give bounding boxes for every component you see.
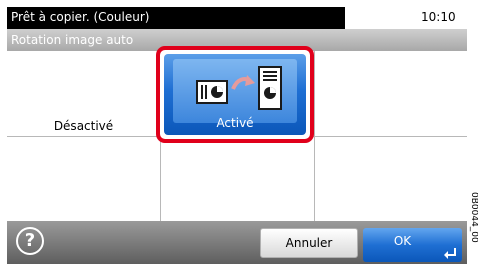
grid-divider xyxy=(160,136,161,221)
document-code: 0B0044_00 xyxy=(467,190,478,264)
copier-panel: Prêt à copier. (Couleur) 10:10 Rotation … xyxy=(0,0,467,264)
ok-label: OK xyxy=(393,234,412,248)
status-message: Prêt à copier. (Couleur) xyxy=(11,10,150,24)
bottom-bar: ? Annuler OK xyxy=(7,221,467,264)
document-code-text: 0B0044_00 xyxy=(469,192,478,243)
enter-icon xyxy=(444,248,456,259)
option-desactive-button[interactable]: Désactivé xyxy=(7,119,160,133)
grid-divider xyxy=(314,51,315,221)
options-grid: Désactivé Activé xyxy=(7,46,467,221)
help-icon: ? xyxy=(24,230,36,251)
option-label: Activé xyxy=(216,116,254,130)
cancel-button[interactable]: Annuler xyxy=(260,228,358,258)
clock-area: 10:10 xyxy=(345,7,467,29)
status-bar: Prêt à copier. (Couleur) 10:10 xyxy=(7,7,467,29)
option-active-button[interactable]: Activé xyxy=(164,54,306,135)
help-button[interactable]: ? xyxy=(16,227,44,255)
selection-frame: Activé xyxy=(156,46,314,143)
auto-rotate-icon xyxy=(173,59,297,123)
status-clock: 10:10 xyxy=(421,10,456,24)
ok-button[interactable]: OK xyxy=(363,228,462,262)
function-title: Rotation image auto xyxy=(11,33,134,47)
option-label: Désactivé xyxy=(53,119,114,133)
